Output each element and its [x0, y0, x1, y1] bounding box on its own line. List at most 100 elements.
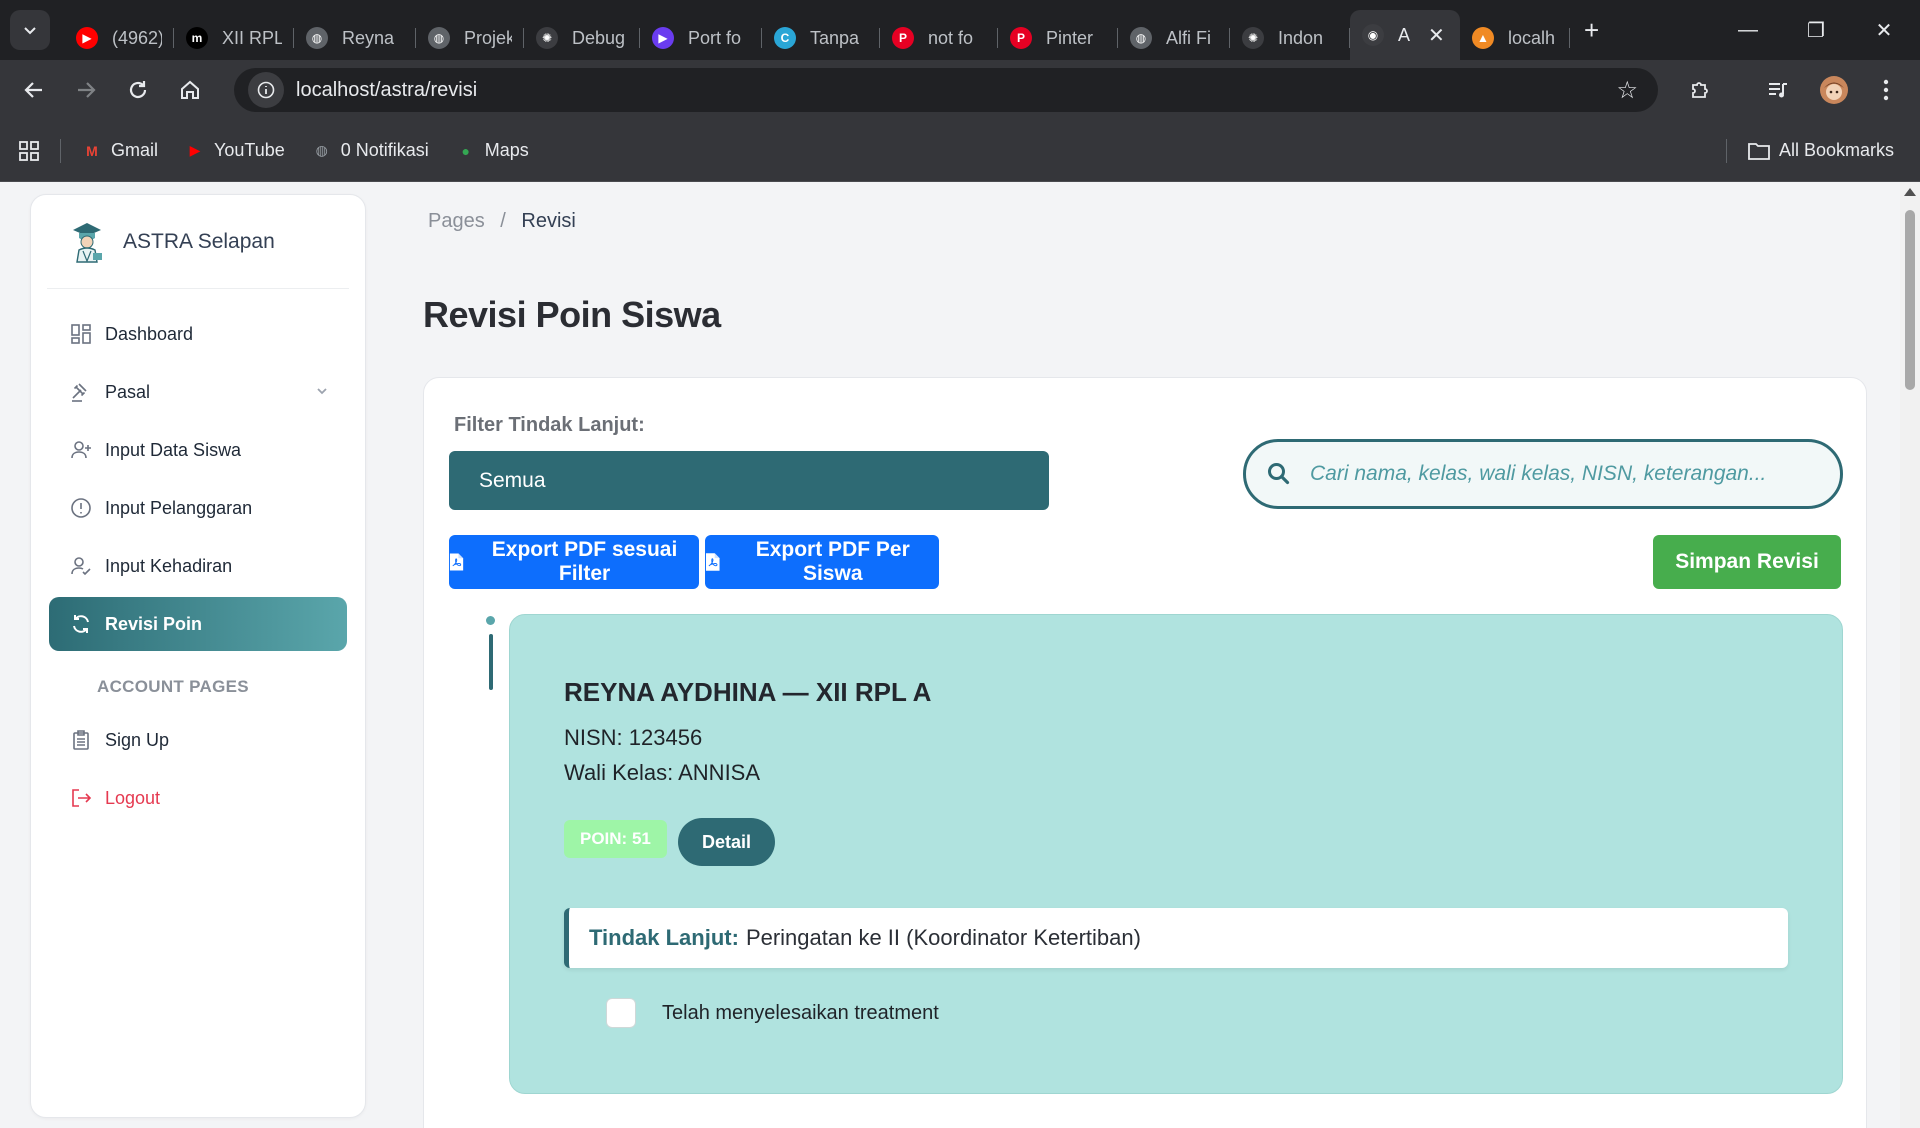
- filter-select[interactable]: Semua: [449, 451, 1049, 510]
- breadcrumb: Pages / Revisi: [428, 210, 576, 233]
- tab-6[interactable]: C Tanpa: [762, 16, 880, 60]
- page-scrollbar[interactable]: [1900, 182, 1920, 1128]
- bookmarks-divider: [60, 138, 61, 163]
- sidebar-item-input-pelanggaran[interactable]: Input Pelanggaran: [49, 481, 347, 535]
- sidebar-item-input-data-siswa[interactable]: Input Data Siswa: [49, 423, 347, 477]
- playlist-music-icon: [1769, 83, 1787, 98]
- treatment-checkbox[interactable]: [606, 998, 636, 1028]
- clipboard-icon: [69, 728, 93, 752]
- sidebar-item-input-kehadiran[interactable]: Input Kehadiran: [49, 539, 347, 593]
- xampp-icon: ▲: [1472, 27, 1494, 49]
- breadcrumb-separator: /: [500, 210, 506, 232]
- apps-grid-icon[interactable]: [18, 140, 40, 162]
- student-wali-kelas: Wali Kelas: ANNISA: [564, 760, 761, 785]
- home-button[interactable]: [164, 64, 216, 116]
- timeline-line: [489, 634, 493, 690]
- pinterest-icon: P: [892, 27, 914, 49]
- back-button[interactable]: [8, 64, 60, 116]
- tab-5[interactable]: ▶ Port fo: [640, 16, 762, 60]
- sidebar-nav: Dashboard Pasal Input Data Siswa Input Pela…: [31, 289, 365, 825]
- astra-logo-icon: [73, 222, 102, 263]
- all-bookmarks-button[interactable]: All Bookmarks: [1720, 138, 1894, 163]
- kebab-menu-icon: [1883, 79, 1889, 101]
- restore-button[interactable]: ❐: [1782, 0, 1850, 60]
- sidebar-item-sign-up[interactable]: Sign Up: [49, 713, 347, 767]
- chevron-down-icon: [24, 27, 36, 35]
- tab-title: Alfi Fi: [1166, 27, 1211, 48]
- extensions-button[interactable]: [1674, 64, 1726, 116]
- pinterest-icon: P: [1010, 27, 1032, 49]
- puzzle-icon: [1692, 82, 1708, 98]
- browser-toolbar: localhost/astra/revisi ☆: [0, 60, 1920, 120]
- tindak-lanjut-box: Tindak Lanjut: Peringatan ke II (Koordin…: [564, 908, 1788, 968]
- globe-icon: ◍: [1130, 27, 1152, 49]
- close-tab-icon[interactable]: ✕: [1428, 23, 1445, 48]
- scroll-up-arrow-icon[interactable]: [1904, 188, 1916, 196]
- tab-12[interactable]: ▲ localh: [1460, 16, 1570, 60]
- sidebar-item-logout[interactable]: Logout: [49, 771, 347, 825]
- sidebar-item-pasal[interactable]: Pasal: [49, 365, 347, 419]
- address-bar[interactable]: localhost/astra/revisi ☆: [234, 68, 1658, 112]
- search-input[interactable]: [1310, 462, 1810, 486]
- bookmark-0-notifikasi[interactable]: ◍ 0 Notifikasi: [311, 140, 429, 162]
- brand-name: ASTRA Selapan: [123, 229, 275, 253]
- youtube-icon: ▶: [76, 27, 98, 49]
- gmail-icon: M: [86, 142, 98, 159]
- student-nisn: NISN: 123456: [564, 725, 703, 750]
- bookmark-gmail[interactable]: M Gmail: [81, 140, 158, 162]
- save-revision-button[interactable]: Simpan Revisi: [1653, 535, 1841, 589]
- tindak-lanjut-label: Tindak Lanjut:: [589, 925, 739, 950]
- tab-7[interactable]: Pnot fo: [880, 16, 998, 60]
- sidebar-item-label: Dashboard: [105, 323, 194, 344]
- poin-badge: POIN: 51: [564, 820, 667, 858]
- detail-button[interactable]: Detail: [678, 818, 775, 866]
- tab-3[interactable]: ◍ Projek: [416, 16, 524, 60]
- sidebar-item-dashboard[interactable]: Dashboard: [49, 307, 347, 361]
- media-control-button[interactable]: [1752, 64, 1804, 116]
- bookmark-star-icon[interactable]: ☆: [1616, 76, 1638, 105]
- globe-icon: ◍: [315, 142, 328, 158]
- tab-8[interactable]: P Pinter: [998, 16, 1118, 60]
- student-card: REYNA AYDHINA — XII RPL A NISN: 123456 W…: [509, 614, 1843, 1094]
- tab-2[interactable]: ◍ Reyna: [294, 16, 416, 60]
- home-icon: [181, 80, 199, 99]
- export-pdf-student-button[interactable]: Export PDF Per Siswa: [705, 535, 939, 589]
- bookmark-youtube[interactable]: ▶ YouTube: [184, 140, 285, 162]
- tab-active[interactable]: ◉ A ✕: [1350, 10, 1460, 60]
- minimize-button[interactable]: —: [1714, 0, 1782, 60]
- search-box: [1243, 439, 1843, 509]
- tab-title: Projek: [464, 27, 512, 48]
- sidebar-item-label: Pasal: [105, 381, 151, 402]
- tab-1[interactable]: m XII RPL: [174, 16, 294, 60]
- site-info-icon[interactable]: [248, 72, 284, 108]
- new-tab-button[interactable]: +: [1584, 15, 1599, 46]
- tab-9[interactable]: ◍ Alfi Fi: [1118, 16, 1230, 60]
- export-pdf-student-label: Export PDF Per Siswa: [755, 538, 910, 585]
- brand[interactable]: ASTRA Selapan: [47, 195, 349, 289]
- sidebar: ASTRA Selapan Dashboard Pasal Input Data S…: [30, 194, 366, 1118]
- breadcrumb-parent[interactable]: Pages: [428, 210, 485, 232]
- profile-avatar[interactable]: [1808, 64, 1860, 116]
- browser-menu-button[interactable]: [1860, 64, 1912, 116]
- forward-button[interactable]: [60, 64, 112, 116]
- tab-title: (4962): [112, 27, 162, 48]
- close-window-button[interactable]: ✕: [1850, 0, 1918, 60]
- dashboard-grid-icon: [69, 322, 93, 346]
- tab-search-button[interactable]: [10, 10, 50, 50]
- reload-button[interactable]: [112, 64, 164, 116]
- alert-circle-icon: [69, 496, 93, 520]
- scrollbar-thumb[interactable]: [1905, 210, 1915, 390]
- bookmark-maps[interactable]: ● Maps: [455, 140, 529, 162]
- tab-4[interactable]: ✺ Debug: [524, 16, 640, 60]
- sidebar-item-revisi-poin[interactable]: Revisi Poin: [49, 597, 347, 651]
- tab-10[interactable]: ✺ Indon: [1230, 16, 1350, 60]
- tab-title: Pinter: [1046, 27, 1094, 48]
- astra-icon: ◉: [1362, 24, 1384, 46]
- chatgpt-icon: ✺: [536, 27, 558, 49]
- export-pdf-filter-button[interactable]: Export PDF sesuai Filter: [449, 535, 699, 589]
- browser-tab-bar: ▶ (4962) m XII RPL ◍ Reyna ◍ Projek ✺ Debug ▶ Port …: [0, 0, 1920, 60]
- logout-icon: [69, 786, 93, 810]
- treatment-checkbox-row[interactable]: Telah menyelesaikan treatment: [606, 998, 939, 1028]
- chevron-down-icon[interactable]: [315, 384, 329, 401]
- tab-0[interactable]: ▶ (4962): [64, 16, 174, 60]
